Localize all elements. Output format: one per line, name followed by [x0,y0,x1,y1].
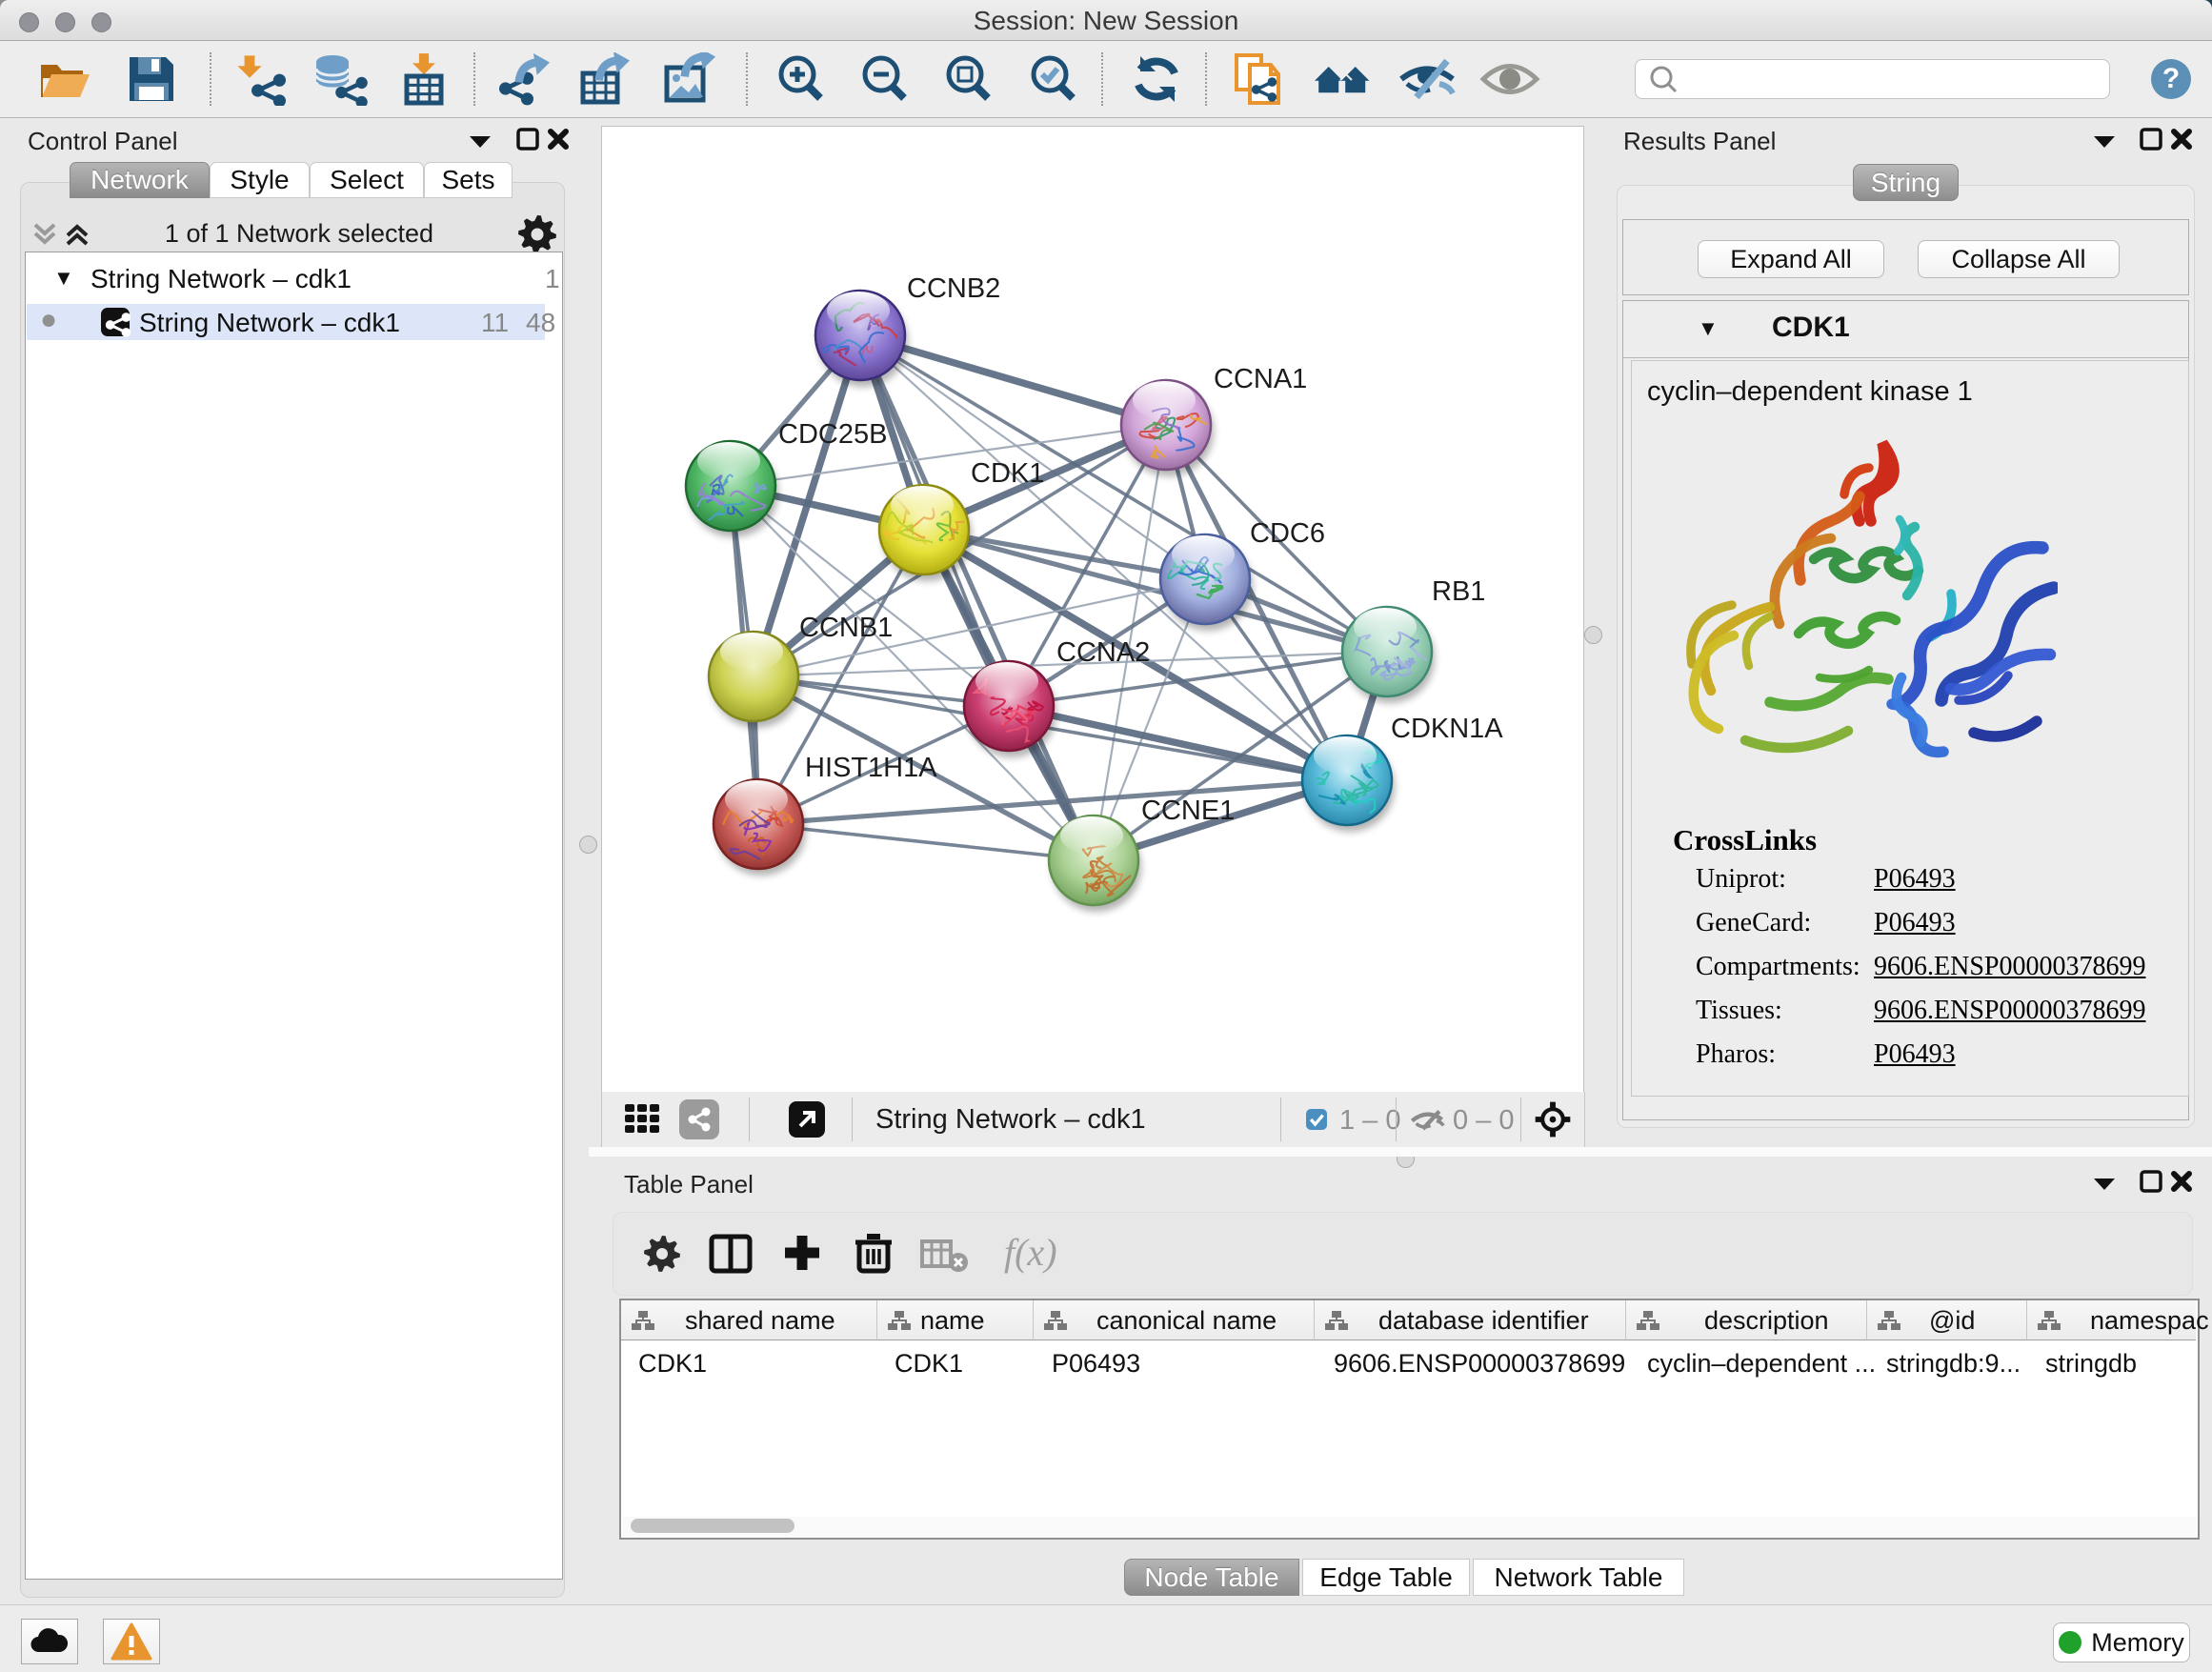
svg-text:CDC25B: CDC25B [778,419,887,450]
svg-text:CCNE1: CCNE1 [1141,796,1235,826]
svg-text:HIST1H1A: HIST1H1A [805,753,937,783]
svg-text:?: ? [2162,63,2180,94]
svg-text:CDC6: CDC6 [1250,518,1325,549]
svg-text:CCNA2: CCNA2 [1056,637,1150,668]
svg-text:CDKN1A: CDKN1A [1391,714,1503,744]
svg-text:CCNA1: CCNA1 [1214,364,1307,394]
svg-text:RB1: RB1 [1432,576,1485,607]
svg-text:CCNB2: CCNB2 [907,273,1000,304]
svg-text:CDK1: CDK1 [971,458,1044,489]
svg-text:CCNB1: CCNB1 [799,613,893,643]
